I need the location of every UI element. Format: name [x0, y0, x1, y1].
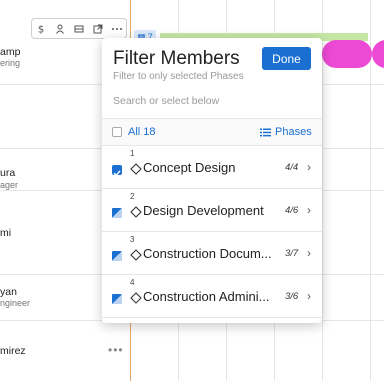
diamond-icon: [130, 249, 142, 261]
phase-name: Construction Docum...: [143, 246, 272, 261]
chevron-right-icon[interactable]: ›: [307, 246, 311, 260]
phase-count: 3/7: [285, 248, 299, 259]
phases-toggle[interactable]: Phases: [260, 126, 312, 138]
member-name: mirez: [0, 345, 26, 357]
list-icon: [260, 128, 271, 136]
phase-row[interactable]: 2 Design Development 4/6 ›: [102, 189, 322, 232]
phases-toggle-label: Phases: [275, 126, 312, 138]
assignment-bar[interactable]: [322, 40, 372, 68]
member-role: ngineer: [0, 298, 31, 308]
member-name: ura: [0, 167, 16, 179]
person-icon[interactable]: [53, 22, 67, 36]
more-icon[interactable]: [110, 22, 124, 36]
phase-count: 3/6: [285, 291, 299, 302]
chevron-right-icon[interactable]: ›: [307, 289, 311, 303]
phase-checkbox-partial[interactable]: [112, 208, 122, 218]
member-name: yan: [0, 286, 17, 298]
chevron-right-icon[interactable]: ›: [307, 203, 311, 217]
done-button[interactable]: Done: [262, 47, 311, 70]
dollar-icon[interactable]: $: [34, 22, 48, 36]
phase-name: Construction Admini...: [143, 289, 270, 304]
phase-checkbox-partial[interactable]: [112, 294, 122, 304]
phase-count: 4/6: [285, 205, 299, 216]
diamond-icon: [130, 292, 142, 304]
phase-checkbox-partial[interactable]: [112, 251, 122, 261]
popover-title: Filter Members: [113, 48, 240, 69]
phase-row[interactable]: 3 Construction Docum... 3/7 ›: [102, 232, 322, 275]
member-role: ering: [0, 58, 21, 68]
filter-bar: All 18 Phases: [102, 118, 322, 146]
select-all-label[interactable]: All 18: [128, 126, 156, 138]
phase-name: Concept Design: [143, 160, 236, 175]
row-more-button[interactable]: •••: [108, 343, 124, 357]
external-link-icon[interactable]: [91, 22, 105, 36]
phase-index: 1: [130, 149, 135, 158]
phase-index: 2: [130, 192, 135, 201]
phase-index: 3: [130, 235, 135, 244]
card-icon[interactable]: [72, 22, 86, 36]
member-name: amp: [0, 46, 21, 58]
member-name: mi: [0, 227, 12, 239]
phase-checkbox-checked[interactable]: [112, 165, 122, 177]
diamond-icon: [130, 163, 142, 175]
phase-name: Design Development: [143, 203, 264, 218]
phase-row[interactable]: 1 Concept Design 4/4 ›: [102, 146, 322, 189]
phase-index: 4: [130, 278, 135, 287]
member-role: ager: [0, 180, 19, 190]
chevron-right-icon[interactable]: ›: [307, 160, 311, 174]
svg-text:$: $: [38, 24, 44, 34]
select-all-checkbox[interactable]: [112, 127, 122, 137]
popover-subtitle: Filter to only selected Phases: [113, 71, 244, 82]
phase-count: 4/4: [285, 162, 299, 173]
row-toolbar: $: [31, 18, 127, 39]
search-input[interactable]: [113, 92, 311, 110]
diamond-icon: [130, 206, 142, 218]
filter-members-popover: Filter Members Filter to only selected P…: [102, 38, 322, 323]
phase-row[interactable]: 4 Construction Admini... 3/6 ›: [102, 275, 322, 318]
